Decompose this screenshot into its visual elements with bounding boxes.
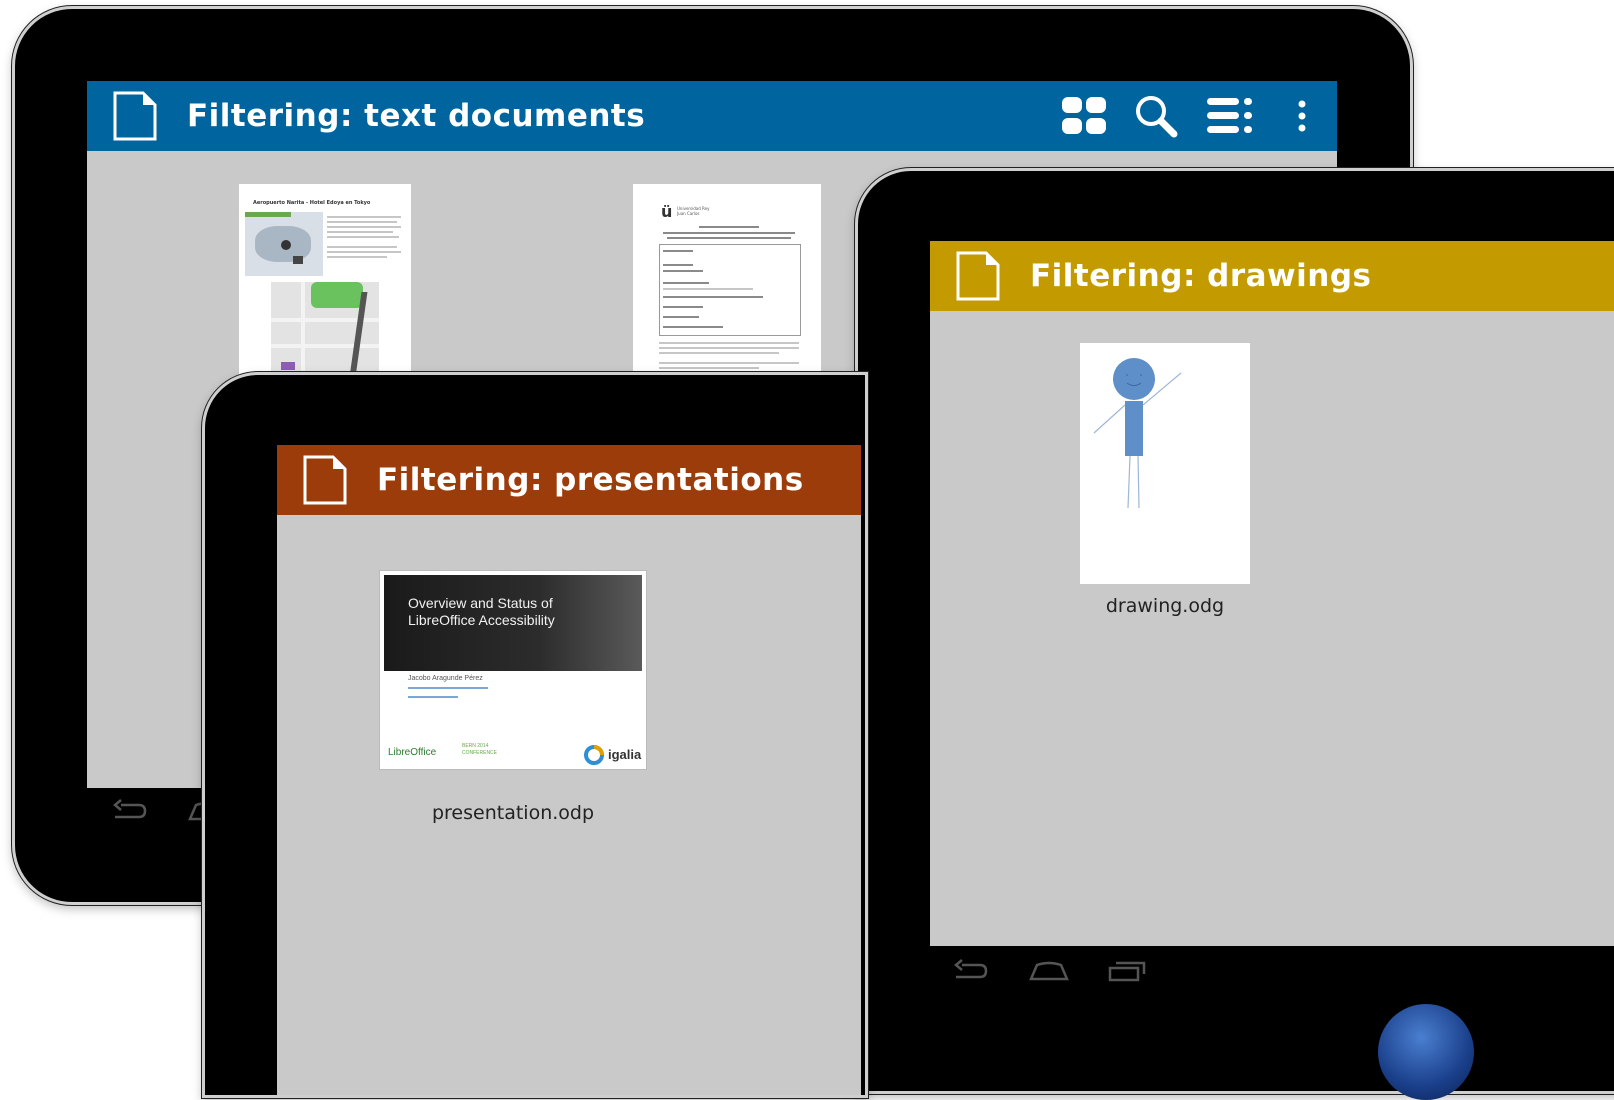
document-app-icon [113,91,157,141]
igalia-logo-icon [584,745,604,765]
document-thumbnail[interactable]: Aeropuerto Narita - Hotel Edoya en Tokyo [239,184,411,384]
system-nav-bar [946,951,1152,991]
university-logo: ü [661,202,673,221]
app-bar: Filtering: text documents [87,81,1337,151]
street-map-image [271,282,379,384]
igalia-logo-text: igalia [608,747,642,762]
thumbnail-heading: Aeropuerto Narita - Hotel Edoya en Tokyo [253,200,371,206]
grid-view-icon[interactable] [1049,81,1119,151]
file-name-label[interactable]: presentation.odp [379,802,647,824]
thumbnail-heading: Universidad Rey Juan Carlos [677,206,710,216]
page-title: Filtering: presentations [377,462,804,498]
page-title: Filtering: text documents [187,98,646,134]
tablet-presentations: Filtering: presentations Overview and St… [202,372,868,1098]
back-icon[interactable] [105,791,155,831]
search-icon[interactable] [1119,81,1193,151]
recent-apps-icon[interactable] [1102,951,1152,991]
app-bar: Filtering: presentations [277,445,861,515]
list-view-icon[interactable] [1193,81,1267,151]
slide-author: Jacobo Aragunde Pérez [408,675,483,682]
overflow-menu-icon[interactable] [1267,81,1337,151]
map-image [245,212,323,276]
screen-presentations: Filtering: presentations Overview and St… [277,445,861,1095]
tablet-drawings: Filtering: drawings drawing.odg [855,168,1614,1094]
slide-title: Overview and Status of LibreOffice Acces… [408,595,555,628]
home-icon[interactable] [1024,951,1074,991]
drawing-thumbnail[interactable] [1080,343,1250,584]
file-name-label[interactable]: drawing.odg [1080,595,1250,617]
document-app-icon [956,251,1000,301]
stick-figure-drawing [1093,358,1182,509]
app-bar: Filtering: drawings [930,241,1614,311]
decorative-orb [1378,1004,1474,1100]
back-icon[interactable] [946,951,996,991]
document-thumbnail[interactable]: ü Universidad Rey Juan Carlos [633,184,821,384]
document-app-icon [303,455,347,505]
page-title: Filtering: drawings [1030,258,1372,294]
libreoffice-logo: LibreOffice [388,747,437,758]
slide-title-band: Overview and Status of LibreOffice Acces… [384,575,642,671]
conference-logo: BERN 2014 CONFERENCE [462,743,498,756]
toolbar-actions [1049,81,1337,151]
screen-drawings: Filtering: drawings drawing.odg [930,241,1614,946]
presentation-thumbnail[interactable]: Overview and Status of LibreOffice Acces… [379,570,647,770]
